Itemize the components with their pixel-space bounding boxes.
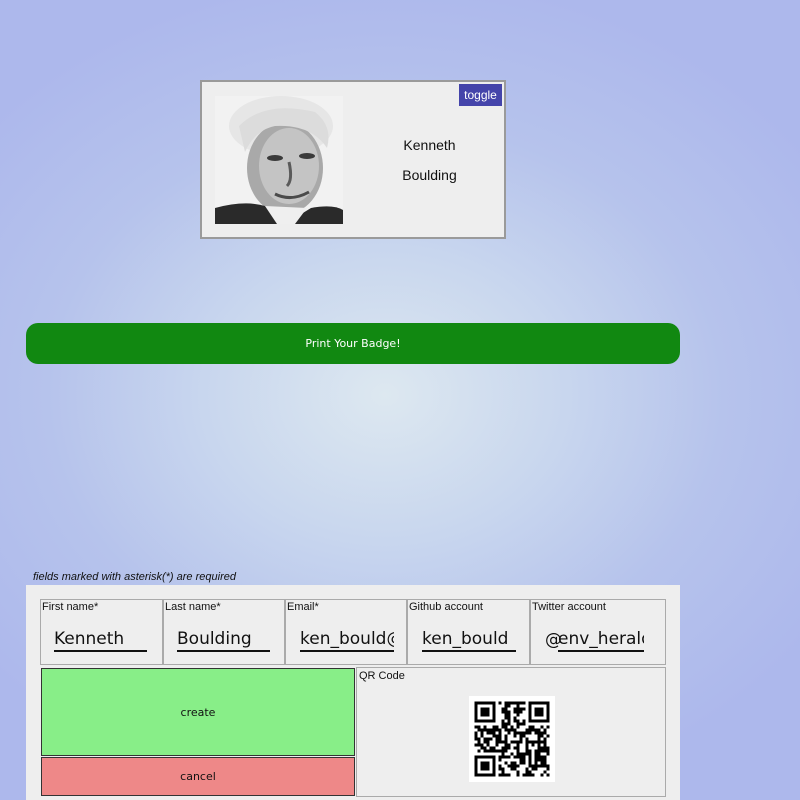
required-fields-note: fields marked with asterisk(*) are requi…	[33, 571, 236, 583]
first-name-label: First name*	[42, 601, 99, 613]
last-name-label: Last name*	[165, 601, 221, 613]
first-name-input[interactable]	[54, 628, 147, 652]
badge-first-name: Kenneth	[403, 137, 456, 153]
github-label: Github account	[409, 601, 483, 613]
email-input[interactable]	[300, 628, 394, 652]
portrait-photo	[215, 96, 343, 224]
qr-code-image	[469, 696, 555, 782]
qr-code-label: QR Code	[359, 670, 405, 682]
badge-form: First name* Last name* Email* Github acc…	[26, 585, 680, 800]
email-cell: Email*	[285, 599, 407, 665]
cancel-button[interactable]: cancel	[41, 757, 355, 796]
badge-last-name: Boulding	[402, 167, 457, 183]
last-name-cell: Last name*	[163, 599, 285, 665]
qr-code-cell: QR Code	[356, 667, 666, 797]
last-name-input[interactable]	[177, 628, 270, 652]
github-input[interactable]	[422, 628, 516, 652]
twitter-input[interactable]	[558, 628, 644, 652]
github-cell: Github account	[407, 599, 530, 665]
create-button[interactable]: create	[41, 668, 355, 756]
badge-preview: Kenneth Boulding toggle	[200, 80, 506, 239]
email-label: Email*	[287, 601, 319, 613]
twitter-cell: Twitter account @	[530, 599, 666, 665]
print-badge-button[interactable]: Print Your Badge!	[26, 323, 680, 364]
toggle-button[interactable]: toggle	[459, 84, 502, 106]
first-name-cell: First name*	[40, 599, 163, 665]
twitter-label: Twitter account	[532, 601, 606, 613]
